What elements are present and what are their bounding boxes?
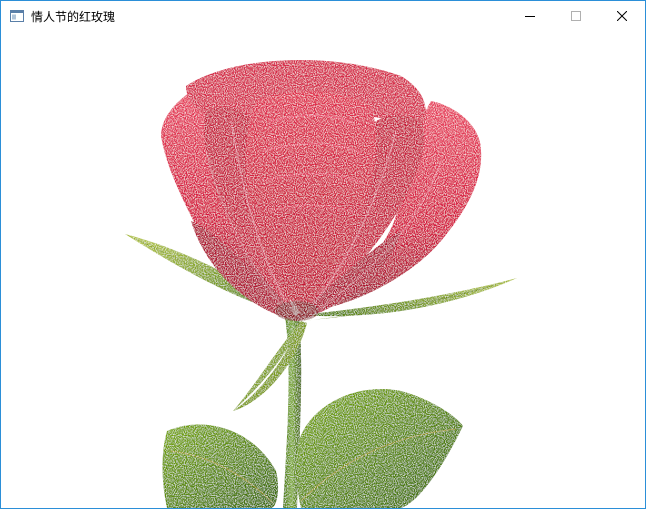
app-window: 情人节的红玫瑰 bbox=[0, 0, 646, 509]
leaf-bottom-right bbox=[296, 389, 463, 508]
maximize-button[interactable] bbox=[553, 1, 599, 31]
rose-canvas bbox=[125, 59, 517, 508]
maximize-icon bbox=[571, 11, 581, 21]
caption-buttons bbox=[507, 1, 645, 31]
app-window-icon[interactable] bbox=[9, 8, 25, 24]
leaf-bottom-left bbox=[162, 424, 279, 508]
minimize-button[interactable] bbox=[507, 1, 553, 31]
close-button[interactable] bbox=[599, 1, 645, 31]
title-bar[interactable]: 情人节的红玫瑰 bbox=[1, 1, 645, 31]
window-title: 情人节的红玫瑰 bbox=[31, 9, 116, 24]
drawing-area bbox=[1, 31, 645, 508]
minimize-icon bbox=[525, 16, 535, 17]
close-icon bbox=[617, 11, 627, 21]
